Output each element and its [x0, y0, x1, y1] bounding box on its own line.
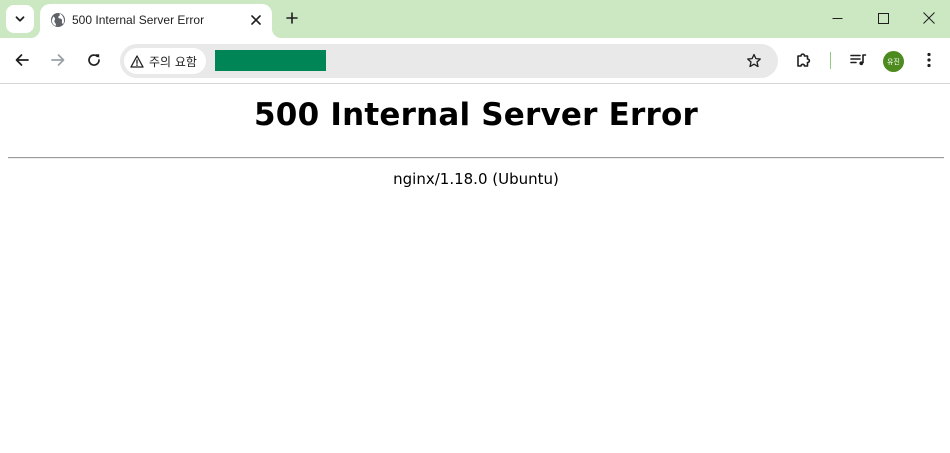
forward-button[interactable]: [44, 46, 72, 74]
maximize-icon: [877, 12, 889, 24]
menu-button[interactable]: [916, 47, 942, 73]
server-info: nginx/1.18.0 (Ubuntu): [393, 170, 559, 188]
error-heading: 500 Internal Server Error: [254, 97, 698, 133]
close-window-button[interactable]: [906, 0, 950, 36]
new-tab-button[interactable]: [280, 6, 304, 30]
security-chip[interactable]: 주의 요함: [124, 48, 206, 74]
profile-avatar[interactable]: 유진: [883, 51, 904, 72]
bookmark-button[interactable]: [742, 49, 766, 73]
star-icon: [747, 53, 761, 68]
reload-icon: [88, 54, 100, 66]
divider: [8, 157, 944, 159]
arrow-left-icon: [15, 54, 29, 66]
back-button[interactable]: [8, 46, 36, 74]
plus-icon: [286, 12, 298, 24]
globe-icon: [51, 13, 65, 27]
maximize-button[interactable]: [860, 0, 906, 36]
minimize-icon: [832, 17, 842, 19]
security-label: 주의 요함: [149, 54, 197, 69]
url-text-redacted[interactable]: [215, 50, 326, 71]
warning-icon: [130, 54, 144, 68]
puzzle-icon: [797, 53, 811, 67]
address-bar[interactable]: 주의 요함: [120, 44, 778, 78]
toolbar-divider: [830, 52, 831, 69]
arrow-right-icon: [51, 54, 65, 66]
active-tab[interactable]: 500 Internal Server Error: [30, 4, 282, 38]
tab-close-button[interactable]: [246, 10, 266, 30]
chevron-down-icon: [15, 16, 25, 22]
extensions-button[interactable]: [791, 47, 817, 73]
close-icon: [923, 12, 935, 24]
minimize-button[interactable]: [814, 0, 860, 36]
close-icon: [251, 15, 261, 25]
browser-toolbar: 주의 요함 유진: [0, 38, 950, 84]
tab-title: 500 Internal Server Error: [72, 13, 205, 27]
queue-music-icon: [850, 54, 867, 66]
page-content: 500 Internal Server Error nginx/1.18.0 (…: [0, 85, 950, 453]
media-controls-button[interactable]: [845, 47, 871, 73]
reload-button[interactable]: [80, 46, 108, 74]
tab-strip: 500 Internal Server Error: [0, 0, 950, 38]
more-vertical-icon: [927, 52, 931, 68]
